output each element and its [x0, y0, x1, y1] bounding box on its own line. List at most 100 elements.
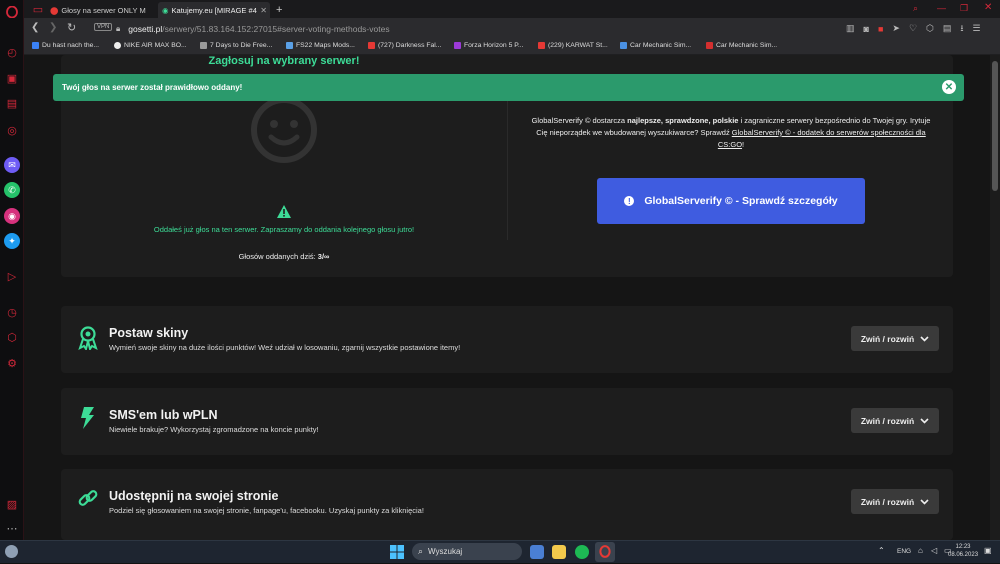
vpn-badge[interactable]: VPN — [94, 23, 113, 31]
menu-icon[interactable]: ☰ — [973, 23, 981, 34]
web-page: Zagłosuj na wybrany serwer! Oddałeś już … — [24, 55, 990, 540]
clock[interactable]: 12:23 08.06.2023 — [948, 543, 978, 559]
promo-text: GlobalServerify © dostarcza najlepsze, s… — [531, 115, 931, 151]
close-alert-icon[interactable]: ✕ — [942, 80, 956, 94]
tab-votes[interactable]: ⬤ Głosy na serwer ONLY M — [46, 2, 156, 18]
taskbar-search-placeholder: Wyszukaj — [428, 547, 463, 556]
close-tab-icon[interactable]: ✕ — [260, 6, 267, 15]
tab-menu-icon[interactable]: ▭ — [30, 1, 46, 17]
messenger-icon[interactable]: ✉ — [4, 157, 20, 173]
bookmark-icon — [286, 42, 293, 49]
bookmark-icon — [706, 42, 713, 49]
search-tabs-icon[interactable]: ⌕ — [913, 3, 918, 14]
url-host: gosetti.pl — [128, 23, 163, 34]
language-indicator[interactable]: ENG — [897, 548, 911, 555]
bookmark-icon — [368, 42, 375, 49]
bookmark[interactable]: Car Mechanic Sim... — [706, 42, 777, 49]
page-scrollbar[interactable] — [990, 55, 1000, 540]
bookmark[interactable]: Forza Horizon 5 P... — [454, 42, 524, 49]
heart-icon[interactable]: ♡ — [909, 23, 917, 34]
ad-block-icon[interactable]: ▥ — [846, 23, 855, 34]
weather-icon[interactable] — [5, 545, 18, 558]
settings-icon[interactable]: ⚙ — [4, 355, 20, 371]
more-icon[interactable]: ⋯ — [4, 520, 20, 536]
cube-icon[interactable]: ⬡ — [926, 23, 934, 34]
tab-label: Katujemy.eu [MIRAGE #4 — [171, 5, 257, 15]
taskbar-search[interactable]: ⌕ Wyszukaj — [412, 543, 522, 560]
section-desc: Wymień swoje skiny na duże ilości punktó… — [109, 343, 461, 352]
wallet-icon[interactable]: ▤ — [943, 23, 952, 34]
bookmark[interactable]: Du hast nach the... — [32, 42, 99, 49]
promo-link[interactable]: GlobalServerify © - dodatek do serwerów … — [718, 128, 926, 149]
section-udostepnij: Udostępnij na swojej stronie Podziel się… — [61, 469, 953, 540]
instagram-small-icon[interactable]: ◎ — [4, 122, 20, 138]
alert-message: Twój głos na serwer został prawidłowo od… — [62, 83, 243, 92]
send-icon[interactable]: ➤ — [892, 23, 900, 34]
bookmarks-bar: Du hast nach the... NIKE AIR MAX BO... 7… — [24, 39, 1000, 55]
start-icon[interactable] — [390, 545, 404, 564]
gallery-icon[interactable]: ▨ — [4, 496, 20, 512]
store-icon[interactable] — [530, 545, 544, 559]
download-icon[interactable]: ⭳ — [960, 21, 963, 37]
toggle-button[interactable]: Zwiń / rozwiń — [851, 408, 939, 433]
clock-date: 08.06.2023 — [948, 552, 979, 558]
twitter-icon[interactable]: ✦ — [4, 233, 20, 249]
bookmark-icon — [200, 42, 207, 49]
bookmark-icon — [454, 42, 461, 49]
back-icon[interactable]: ❮ — [31, 22, 39, 33]
promo-text-part: i zagraniczne serwery bezpośrednio do Tw… — [738, 116, 908, 125]
spotify-icon[interactable] — [575, 545, 589, 559]
tab-katujemy[interactable]: ◉ Katujemy.eu [MIRAGE #4 ✕ — [158, 2, 270, 18]
instagram-icon[interactable]: ◉ — [4, 208, 20, 224]
bookmark-icon — [538, 42, 545, 49]
reload-icon[interactable]: ↻ — [67, 21, 76, 34]
opera-taskbar-button[interactable] — [595, 542, 615, 562]
tab-favicon-icon: ⬤ — [50, 5, 59, 15]
section-desc: Niewiele brakuje? Wykorzystaj zgromadzon… — [109, 425, 319, 434]
search-icon: ⌕ — [418, 546, 424, 556]
bookmark[interactable]: Car Mechanic Sim... — [620, 42, 691, 49]
speed-dial-icon[interactable]: ◴ — [4, 44, 20, 60]
volume-icon[interactable]: ◁ — [931, 546, 937, 555]
file-explorer-icon[interactable] — [552, 545, 566, 559]
bookmark[interactable]: (229) KARWAT St... — [538, 42, 608, 49]
notifications-icon[interactable]: ▣ — [984, 546, 992, 555]
forward-icon[interactable]: ❯ — [49, 22, 57, 33]
whatsapp-icon[interactable]: ✆ — [4, 182, 20, 198]
maximize-icon[interactable]: ❐ — [960, 3, 968, 14]
bookmark-label: NIKE AIR MAX BO... — [124, 42, 187, 49]
camera-icon[interactable]: ◙ — [864, 24, 869, 34]
pocket-icon[interactable]: ■ — [878, 24, 883, 34]
close-window-icon[interactable]: ✕ — [984, 2, 992, 13]
toggle-button[interactable]: Zwiń / rozwiń — [851, 489, 939, 514]
globalserverify-button[interactable]: ! GlobalServerify © - Sprawdź szczegóły — [597, 178, 865, 224]
section-title: Postaw skiny — [109, 326, 189, 340]
opera-logo-icon[interactable] — [4, 4, 20, 20]
tray-chevron-icon[interactable]: ⌃ — [878, 546, 885, 555]
bookmark[interactable]: FS22 Maps Mods... — [286, 42, 355, 49]
award-icon — [77, 326, 99, 352]
extensions-icon[interactable]: ⬡ — [4, 329, 20, 345]
section-postaw-skiny: Postaw skiny Wymień swoje skiny na duże … — [61, 306, 953, 373]
player-icon[interactable]: ▷ — [4, 268, 20, 284]
toggle-button-label: Zwiń / rozwiń — [860, 333, 915, 344]
history-icon[interactable]: ◷ — [4, 304, 20, 320]
twitch-icon[interactable]: ▤ — [4, 95, 20, 111]
vote-heading: Zagłosuj na wybrany serwer! — [208, 55, 360, 67]
toggle-button[interactable]: Zwiń / rozwiń — [851, 326, 939, 351]
bookmark[interactable]: 7 Days to Die Free... — [200, 42, 272, 49]
minimize-icon[interactable]: — — [937, 3, 946, 13]
chevron-down-icon — [920, 334, 929, 344]
shopping-bag-icon[interactable]: ▣ — [4, 70, 20, 86]
bookmark[interactable]: NIKE AIR MAX BO... — [114, 42, 187, 49]
section-title: Udostępnij na swojej stronie — [109, 489, 279, 503]
url-field[interactable]: 🔒︎ gosetti.pl /serwery/51.83.164.152:270… — [116, 21, 906, 36]
network-icon[interactable]: ⌂ — [918, 546, 923, 555]
taskbar: ⌕ Wyszukaj ⌃ ENG ⌂ ◁ ▭ 12:23 08.06.2023 … — [0, 540, 1000, 563]
opera-sidebar: ◴ ▣ ▤ ◎ ✉ ✆ ◉ ✦ ▷ ◷ ⬡ ⚙ ▨ ⋯ — [0, 0, 24, 540]
bookmark[interactable]: (727) Darkness Fal... — [368, 42, 441, 49]
new-tab-button[interactable]: + — [272, 2, 286, 18]
bookmark-label: Du hast nach the... — [42, 42, 100, 49]
votes-today: Głosów oddanych dziś: 3/∞ — [61, 252, 507, 261]
scrollbar-thumb[interactable] — [992, 61, 998, 191]
